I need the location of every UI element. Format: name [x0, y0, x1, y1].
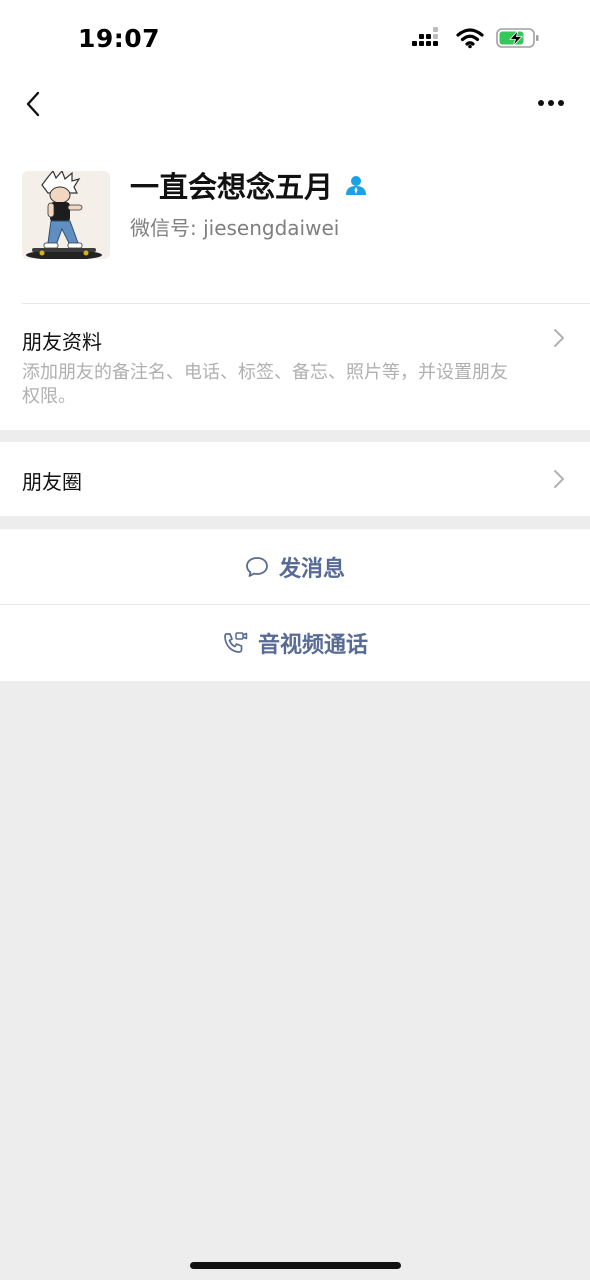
moments-title: 朋友圈 [22, 470, 82, 494]
friend-info-title: 朋友资料 [22, 330, 102, 354]
send-message-label: 发消息 [278, 556, 345, 582]
chevron-right-icon [554, 329, 564, 347]
status-time: 19:07 [78, 24, 161, 53]
friend-info-description: 添加朋友的备注名、电话、标签、备忘、照片等，并设置朋友权限。 [22, 362, 508, 407]
nickname-row: 一直会想念五月 [130, 164, 367, 206]
moments-cell[interactable]: 朋友圈 [0, 442, 590, 516]
more-dots-icon [538, 100, 564, 106]
person-icon [346, 176, 367, 195]
send-message-button[interactable]: 发消息 [0, 529, 590, 604]
chat-bubble-icon [246, 556, 268, 577]
back-button[interactable] [18, 86, 48, 122]
nickname: 一直会想念五月 [130, 170, 334, 204]
status-icons [412, 27, 540, 49]
chevron-left-icon [26, 91, 40, 117]
status-bar: 19:07 [0, 0, 590, 80]
cellular-signal-icon [412, 27, 438, 46]
friend-info-cell[interactable]: 朋友资料 添加朋友的备注名、电话、标签、备忘、照片等，并设置朋友权限。 [0, 304, 590, 429]
wifi-icon [456, 28, 484, 49]
avatar[interactable] [22, 171, 110, 259]
battery-charging-icon [496, 28, 539, 48]
more-button[interactable] [534, 92, 568, 114]
video-call-label: 音视频通话 [257, 633, 368, 658]
wechat-id: 微信号: jiesengdaiwei [130, 216, 340, 240]
chevron-right-icon [554, 470, 564, 488]
video-call-icon [224, 632, 248, 653]
home-indicator[interactable] [190, 1262, 401, 1269]
video-call-button[interactable]: 音视频通话 [0, 605, 590, 681]
cartoon-skateboarder-avatar [22, 171, 110, 259]
